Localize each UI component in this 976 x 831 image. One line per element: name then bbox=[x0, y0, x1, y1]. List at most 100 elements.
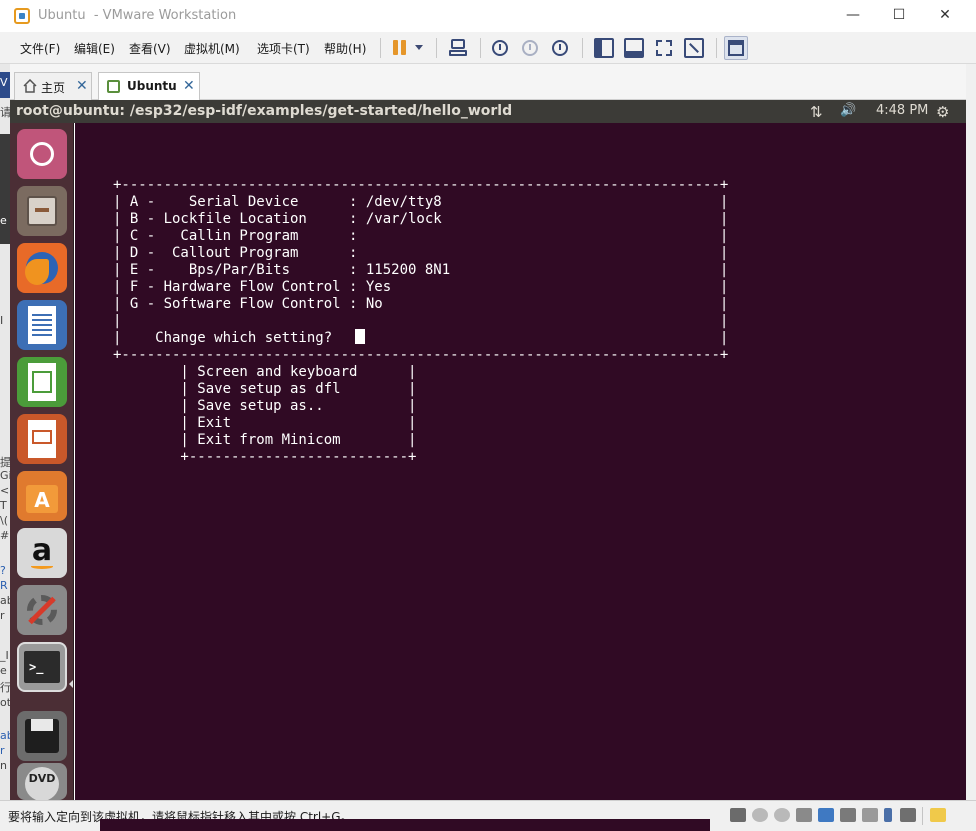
menu-toolbar: 文件(F) 编辑(E) 查看(V) 虚拟机(M) 选项卡(T) 帮助(H) bbox=[0, 32, 976, 64]
impress-icon[interactable] bbox=[17, 414, 67, 464]
menu-tabs[interactable]: 选项卡(T) bbox=[257, 40, 310, 57]
ubuntu-top-panel: root@ubuntu: /esp32/esp-idf/examples/get… bbox=[10, 100, 966, 123]
terminal-line: | G - Software Flow Control : No | bbox=[113, 296, 729, 312]
terminal-line: | Exit from Minicom | bbox=[113, 432, 417, 448]
host-text: _I bbox=[0, 649, 9, 662]
host-desktop-right bbox=[966, 64, 976, 831]
tab-ubuntu[interactable]: Ubuntu ✕ bbox=[98, 72, 200, 100]
terminal-line: | Save setup as dfl | bbox=[113, 381, 417, 397]
host-text: R bbox=[0, 579, 8, 592]
status-separator bbox=[922, 807, 923, 825]
vmware-app-icon bbox=[14, 8, 30, 24]
settings-icon[interactable] bbox=[17, 585, 67, 635]
terminal-line: | A - Serial Device : /dev/tty8 | bbox=[113, 194, 729, 210]
unity-icon[interactable] bbox=[684, 38, 704, 58]
usb-icon[interactable] bbox=[840, 808, 856, 822]
host-text: e bbox=[0, 664, 7, 677]
clock[interactable]: 4:48 PM bbox=[876, 103, 928, 118]
menu-help[interactable]: 帮助(H) bbox=[324, 40, 366, 57]
display-icon[interactable] bbox=[900, 808, 916, 822]
host-text: r bbox=[0, 609, 5, 622]
network-icon[interactable]: ⇅ bbox=[810, 103, 823, 121]
software-center-icon[interactable]: A bbox=[17, 471, 67, 521]
console-view-icon[interactable] bbox=[724, 36, 748, 60]
tab-home-label: 主页 bbox=[41, 81, 66, 95]
terminal-line: | F - Hardware Flow Control : Yes | bbox=[113, 279, 729, 295]
host-text: V bbox=[0, 76, 8, 89]
tab-home[interactable]: 主页 ✕ bbox=[14, 72, 92, 100]
fullscreen-icon[interactable] bbox=[654, 38, 674, 58]
terminal-line: | | bbox=[113, 313, 729, 329]
snapshot-manager-icon[interactable] bbox=[550, 38, 570, 58]
host-text: ot bbox=[0, 696, 10, 709]
chevron-down-icon[interactable] bbox=[410, 38, 424, 58]
host-text: 行 bbox=[0, 681, 10, 694]
cd-icon[interactable] bbox=[752, 808, 768, 822]
amazon-icon[interactable]: a bbox=[17, 528, 67, 578]
close-icon[interactable]: ✕ bbox=[183, 78, 195, 94]
toolbar-separator bbox=[582, 38, 583, 58]
power-gear-icon[interactable]: ⚙ bbox=[936, 103, 949, 121]
close-icon[interactable]: ✕ bbox=[76, 78, 88, 94]
text-cursor bbox=[355, 329, 365, 344]
printer-icon[interactable] bbox=[862, 808, 878, 822]
maximize-button[interactable]: ☐ bbox=[876, 0, 922, 30]
hard-disk-icon[interactable] bbox=[730, 808, 746, 822]
writer-icon[interactable] bbox=[17, 300, 67, 350]
close-button[interactable]: ✕ bbox=[922, 0, 968, 30]
terminal-line: | D - Callout Program : | bbox=[113, 245, 729, 261]
send-ctrl-alt-del-icon[interactable] bbox=[448, 38, 468, 58]
host-text: n bbox=[0, 759, 7, 772]
host-text: ab bbox=[0, 594, 10, 607]
toolbar-separator bbox=[436, 38, 437, 58]
menu-edit[interactable]: 编辑(E) bbox=[74, 40, 115, 57]
toolbar-separator bbox=[480, 38, 481, 58]
snapshot-icon[interactable] bbox=[490, 38, 510, 58]
minimize-button[interactable]: — bbox=[830, 0, 876, 30]
host-text: 请 bbox=[0, 106, 10, 119]
vm-icon bbox=[107, 80, 120, 93]
firefox-icon[interactable] bbox=[17, 243, 67, 293]
save-drive-icon[interactable] bbox=[17, 711, 67, 761]
files-icon[interactable] bbox=[17, 186, 67, 236]
host-text: ab bbox=[0, 729, 10, 742]
dvd-icon[interactable]: DVD bbox=[17, 763, 67, 800]
host-text: ? bbox=[0, 564, 6, 577]
floppy-icon[interactable] bbox=[796, 808, 812, 822]
active-app-indicator bbox=[69, 680, 73, 688]
revert-snapshot-icon[interactable] bbox=[520, 38, 540, 58]
sound-card-icon[interactable] bbox=[884, 808, 892, 822]
host-text: \( bbox=[0, 514, 8, 527]
thumbnail-bar-icon[interactable] bbox=[624, 38, 644, 58]
terminal-line: +---------------------------------------… bbox=[113, 177, 729, 193]
toolbar-separator bbox=[380, 38, 381, 58]
volume-icon[interactable]: 🔊 bbox=[840, 103, 856, 118]
ubuntu-dash-icon[interactable] bbox=[17, 129, 67, 179]
message-log-icon[interactable] bbox=[930, 808, 946, 822]
terminal-line: | C - Callin Program : | bbox=[113, 228, 729, 244]
menu-vm[interactable]: 虚拟机(M) bbox=[184, 40, 240, 57]
terminal-icon[interactable]: >_ bbox=[17, 642, 67, 692]
calc-icon[interactable] bbox=[17, 357, 67, 407]
library-icon[interactable] bbox=[594, 38, 614, 58]
host-text: 提 bbox=[0, 456, 10, 469]
host-text: r bbox=[0, 744, 5, 757]
unity-launcher: A a >_ DVD bbox=[10, 123, 74, 800]
window-titlebar: Ubuntu - VMware Workstation — ☐ ✕ bbox=[0, 0, 976, 32]
network-adapter-icon[interactable] bbox=[818, 808, 834, 822]
terminal-window-title: root@ubuntu: /esp32/esp-idf/examples/get… bbox=[16, 103, 513, 119]
terminal-line: | B - Lockfile Location : /var/lock | bbox=[113, 211, 729, 227]
menu-view[interactable]: 查看(V) bbox=[129, 40, 171, 57]
tab-bar: 主页 ✕ Ubuntu ✕ bbox=[10, 64, 966, 100]
terminal-line: +--------------------------+ bbox=[113, 449, 417, 465]
home-icon bbox=[23, 79, 37, 93]
host-text: Gi bbox=[0, 469, 10, 482]
toolbar-separator bbox=[716, 38, 717, 58]
terminal-line: | E - Bps/Par/Bits : 115200 8N1 | bbox=[113, 262, 729, 278]
cd-icon[interactable] bbox=[774, 808, 790, 822]
terminal-minicom-screen[interactable]: +---------------------------------------… bbox=[75, 123, 966, 800]
host-text: T bbox=[0, 499, 7, 512]
menu-file[interactable]: 文件(F) bbox=[20, 40, 60, 57]
terminal-line: | Save setup as.. | bbox=[113, 398, 417, 414]
pause-icon[interactable] bbox=[390, 38, 410, 58]
